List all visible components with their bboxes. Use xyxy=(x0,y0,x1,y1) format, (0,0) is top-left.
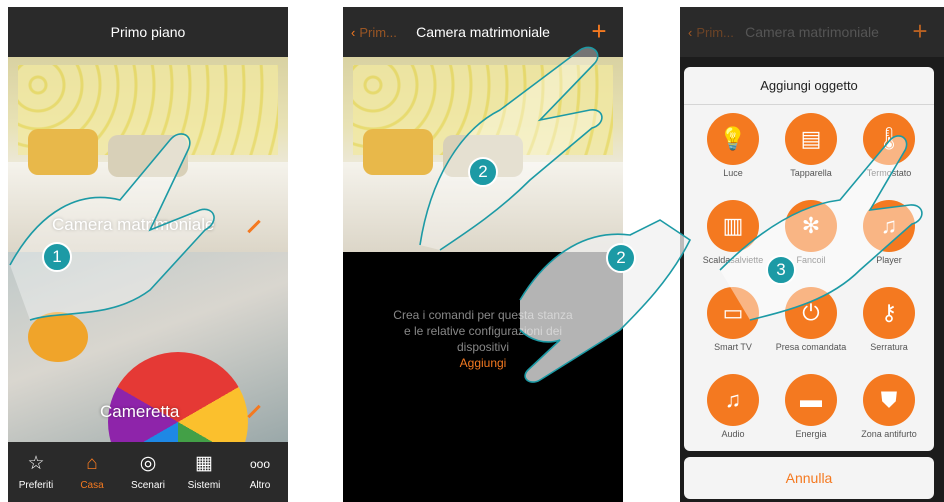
back-button[interactable]: ‹ Prim... xyxy=(351,7,397,57)
nav-label: Preferiti xyxy=(18,479,54,491)
dialog-title: Aggiungi oggetto xyxy=(684,67,934,105)
nav-label: Sistemi xyxy=(187,479,221,491)
more-icon: ooo xyxy=(249,456,271,471)
audio-icon: ♫ xyxy=(707,374,759,426)
step-badge: 2 xyxy=(606,243,636,273)
key-icon: ⚷ xyxy=(863,287,915,339)
object-label: Energia xyxy=(795,429,827,439)
page-title: Primo piano xyxy=(110,24,186,40)
page-title: Camera matrimoniale xyxy=(745,24,879,40)
nav-preferiti[interactable]: ☆ Preferiti xyxy=(8,442,64,502)
empty-room-message: Crea i comandi per questa stanza e le re… xyxy=(363,307,603,371)
object-tile-towel-warmer[interactable]: ▥ Scaldasalviette xyxy=(694,200,772,277)
star-icon: ☆ xyxy=(27,452,45,474)
plug-icon: ⏻ xyxy=(785,287,837,339)
object-tile-battery[interactable]: ▬ Energia xyxy=(772,374,850,451)
pillow-image xyxy=(363,129,433,175)
pillow-image xyxy=(28,129,98,175)
object-label: Player xyxy=(876,255,902,265)
thermostat-icon: 🌡 xyxy=(863,113,915,165)
shield-icon: ⛊ xyxy=(863,374,915,426)
object-tile-music[interactable]: ♫ Player xyxy=(850,200,928,277)
shutter-icon: ▤ xyxy=(785,113,837,165)
pillow-image xyxy=(108,135,188,177)
chevron-left-icon: ‹ xyxy=(688,24,693,40)
music-icon: ♫ xyxy=(863,200,915,252)
object-label: Zona antifurto xyxy=(861,429,917,439)
object-grid: 💡 Luce ▤ Tapparella 🌡 Termostato ▥ Scaldasalvie… xyxy=(694,113,928,451)
room-label: Cameretta xyxy=(100,402,180,421)
add-link[interactable]: Aggiungi xyxy=(363,355,603,371)
home-icon: ⌂ xyxy=(86,452,98,474)
object-tile-bulb[interactable]: 💡 Luce xyxy=(694,113,772,190)
nav-sistemi[interactable]: ▦ Sistemi xyxy=(176,442,232,502)
bulb-icon: 💡 xyxy=(707,113,759,165)
step-badge: 3 xyxy=(766,255,796,285)
back-button[interactable]: ‹ Prim... xyxy=(688,7,734,57)
object-label: Fancoil xyxy=(796,255,826,265)
nav-label: Scenari xyxy=(131,479,165,491)
room-label: Camera matrimoniale xyxy=(52,215,215,234)
edit-pencil-icon[interactable] xyxy=(247,404,261,419)
nav-label: Casa xyxy=(80,479,104,491)
screen-room: ‹ Prim... Camera matrimoniale + Crea i c… xyxy=(343,7,623,502)
page-title: Camera matrimoniale xyxy=(416,24,550,40)
add-object-button[interactable]: + xyxy=(906,17,934,45)
object-label: Serratura xyxy=(870,342,908,352)
back-label: Prim... xyxy=(359,24,397,40)
chevron-left-icon: ‹ xyxy=(351,24,356,40)
object-tile-plug[interactable]: ⏻ Presa comandata xyxy=(772,287,850,364)
room-card-camera-matrimoniale[interactable]: Camera matrimoniale xyxy=(8,57,288,252)
screen-add-object: ‹ Prim... Camera matrimoniale + Aggiungi… xyxy=(680,7,944,502)
add-object-button[interactable]: + xyxy=(585,17,613,45)
fancoil-icon: ✻ xyxy=(785,200,837,252)
nav-scenari[interactable]: ◎ Scenari xyxy=(120,442,176,502)
object-tile-shutter[interactable]: ▤ Tapparella xyxy=(772,113,850,190)
object-label: Presa comandata xyxy=(775,342,847,352)
object-tile-thermostat[interactable]: 🌡 Termostato xyxy=(850,113,928,190)
nav-label: Altro xyxy=(249,479,271,491)
nav-altro[interactable]: ooo Altro xyxy=(232,442,288,502)
object-tile-audio[interactable]: ♫ Audio xyxy=(694,374,772,451)
toy-image xyxy=(28,312,88,362)
towel-warmer-icon: ▥ xyxy=(707,200,759,252)
grid-icon: ▦ xyxy=(195,452,213,474)
cancel-button[interactable]: Annulla xyxy=(684,457,934,499)
message-text: dispositivi xyxy=(456,340,510,354)
step-badge: 1 xyxy=(42,242,72,272)
object-tile-tv[interactable]: ▭ Smart TV xyxy=(694,287,772,364)
object-label: Termostato xyxy=(866,168,912,178)
object-label: Smart TV xyxy=(714,342,752,352)
topbar: ‹ Prim... Camera matrimoniale + xyxy=(680,7,944,57)
tutorial-stage: Primo piano Camera matrimoniale Camerett… xyxy=(0,0,944,502)
scenario-icon: ◎ xyxy=(139,452,157,474)
step-badge: 2 xyxy=(468,157,498,187)
message-text: e le relative configurazioni dei xyxy=(403,324,563,338)
object-tile-shield[interactable]: ⛊ Zona antifurto xyxy=(850,374,928,451)
battery-icon: ▬ xyxy=(785,374,837,426)
add-object-dialog: Aggiungi oggetto 💡 Luce ▤ Tapparella 🌡 Termos… xyxy=(684,67,934,451)
topbar: ‹ Prim... Camera matrimoniale + xyxy=(343,7,623,57)
message-text: Crea i comandi per questa stanza xyxy=(393,308,573,322)
object-tile-key[interactable]: ⚷ Serratura xyxy=(850,287,928,364)
object-label: Audio xyxy=(721,429,745,439)
nav-casa[interactable]: ⌂ Casa xyxy=(64,442,120,502)
bottom-nav: ☆ Preferiti ⌂ Casa ◎ Scenari ▦ Sistemi o… xyxy=(8,442,288,502)
spinning-top-image xyxy=(108,352,248,442)
room-card-cameretta[interactable]: Cameretta xyxy=(8,252,288,442)
object-label: Scaldasalviette xyxy=(702,255,764,265)
object-label: Tapparella xyxy=(790,168,832,178)
object-label: Luce xyxy=(723,168,743,178)
topbar: Primo piano xyxy=(8,7,288,57)
tv-icon: ▭ xyxy=(707,287,759,339)
room-photo xyxy=(343,57,623,252)
back-label: Prim... xyxy=(696,24,734,40)
